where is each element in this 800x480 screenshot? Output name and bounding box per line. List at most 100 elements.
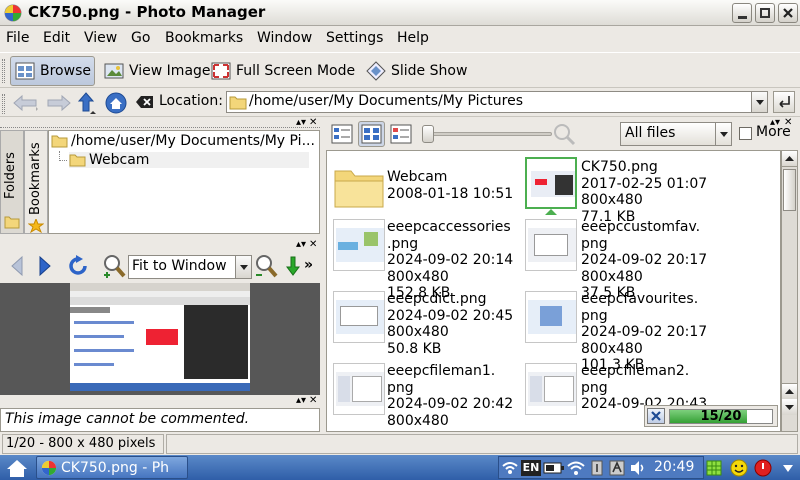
taskbar: CK750.png - Ph EN 20:49 <box>0 455 800 480</box>
item-name: eeepccustomfav. <box>581 219 701 235</box>
volume-icon[interactable] <box>629 460 647 476</box>
language-indicator[interactable]: EN <box>521 460 541 476</box>
panel-undock-button[interactable]: ▴▾ <box>296 240 306 250</box>
scroll-up-button[interactable] <box>782 151 797 167</box>
menu-bookmarks[interactable]: Bookmarks <box>165 30 243 46</box>
location-dropdown-button[interactable] <box>751 92 767 112</box>
item-dimensions: 800x480 <box>581 192 643 208</box>
panel-undock-button[interactable]: ▴▾ <box>296 396 306 406</box>
keyboard-layout-icon[interactable] <box>609 460 625 476</box>
thumbnail-size-slider[interactable] <box>422 132 552 136</box>
more-tools-icon[interactable]: » <box>304 257 313 273</box>
status-secondary <box>166 434 798 454</box>
go-button[interactable] <box>773 91 795 113</box>
home-button[interactable] <box>104 91 128 115</box>
location-input[interactable]: /home/user/My Documents/My Pictures <box>249 93 523 109</box>
browse-button[interactable]: Browse <box>10 56 95 86</box>
zoom-in-button[interactable] <box>102 253 126 279</box>
scroll-up-button-2[interactable] <box>782 383 797 399</box>
filter-dropdown-button[interactable] <box>715 123 731 145</box>
browse-icon <box>15 62 35 80</box>
view-image-button[interactable]: View Image <box>100 56 214 86</box>
toolbar-handle[interactable] <box>2 94 5 114</box>
start-button[interactable] <box>4 457 30 479</box>
menu-settings[interactable]: Settings <box>326 30 383 46</box>
image-preview[interactable] <box>0 283 320 395</box>
reload-button[interactable] <box>66 254 90 278</box>
menu-window[interactable]: Window <box>257 30 312 46</box>
menu-go[interactable]: Go <box>131 30 150 46</box>
tree-item-webcam[interactable]: Webcam <box>69 152 310 168</box>
clear-location-button[interactable] <box>135 94 155 110</box>
main-toolbar: Browse View Image Full Screen Mode Slide… <box>0 52 800 88</box>
up-button[interactable] <box>77 91 99 115</box>
slide-show-icon <box>366 61 386 81</box>
download-arrow-icon[interactable] <box>284 255 302 277</box>
scroll-thumb[interactable] <box>783 169 796 211</box>
cancel-progress-button[interactable] <box>647 408 665 424</box>
close-icon: ✕ <box>309 395 318 406</box>
menu-file[interactable]: File <box>6 30 29 46</box>
close-icon: ✕ <box>309 239 318 250</box>
grid-apps-icon[interactable] <box>706 460 722 476</box>
scroll-down-button[interactable] <box>782 399 797 415</box>
folder-tree[interactable]: /home/user/My Documents/My Pi... Webcam <box>48 130 320 234</box>
file-browser[interactable]: Webcam 2008-01-18 10:51 CK750.png 2017-0… <box>326 150 781 432</box>
zoom-out-button[interactable] <box>254 253 278 279</box>
tab-folders[interactable]: Folders <box>0 130 24 234</box>
comment-field[interactable]: This image cannot be commented. <box>0 408 320 432</box>
close-button[interactable] <box>778 3 798 23</box>
back-button[interactable] <box>12 93 40 113</box>
shutdown-icon[interactable] <box>754 459 772 477</box>
menu-bar: File Edit View Go Bookmarks Window Setti… <box>0 27 800 51</box>
file-list-scrollbar[interactable] <box>781 150 798 432</box>
wifi-icon[interactable] <box>567 460 585 476</box>
arrow-right-icon <box>47 94 71 112</box>
zoom-dropdown-button[interactable] <box>235 256 251 278</box>
forward-button[interactable] <box>44 93 72 113</box>
more-checkbox[interactable] <box>739 127 752 140</box>
slider-handle[interactable] <box>422 125 434 143</box>
smiley-icon[interactable] <box>730 459 748 477</box>
item-name-ext: png <box>387 379 414 396</box>
panel-close-button[interactable]: ✕ <box>309 396 317 406</box>
battery-icon[interactable] <box>543 461 565 475</box>
menu-edit[interactable]: Edit <box>43 30 70 46</box>
file-filter-select[interactable]: All files <box>620 122 732 146</box>
item-filesize: 50.8 KB <box>387 340 442 357</box>
view-list-button[interactable] <box>330 122 354 146</box>
menu-view[interactable]: View <box>84 30 117 46</box>
preview-screenshot <box>70 283 250 391</box>
view-details-button[interactable] <box>389 122 413 146</box>
zoom-select[interactable]: Fit to Window <box>128 255 252 279</box>
toolbar-handle[interactable] <box>2 59 5 83</box>
menu-help[interactable]: Help <box>397 30 429 46</box>
minimize-button[interactable] <box>732 3 752 23</box>
tree-item-root[interactable]: /home/user/My Documents/My Pi... <box>51 133 315 149</box>
taskbar-window-button[interactable]: CK750.png - Ph <box>36 456 188 479</box>
search-icon[interactable] <box>552 122 576 146</box>
full-screen-button[interactable]: Full Screen Mode <box>207 56 358 86</box>
tab-bookmarks[interactable]: Bookmarks <box>24 130 48 234</box>
slide-show-button[interactable]: Slide Show <box>362 56 470 86</box>
next-image-button[interactable] <box>36 254 54 278</box>
full-screen-label: Full Screen Mode <box>236 63 356 79</box>
item-name-ext: .png <box>387 235 419 252</box>
view-thumbnails-button[interactable] <box>358 121 385 147</box>
chevron-down-icon[interactable] <box>780 461 796 475</box>
title-bar[interactable]: CK750.png - Photo Manager <box>0 0 800 26</box>
previous-image-button[interactable] <box>8 254 26 278</box>
tree-branch-line <box>59 151 67 161</box>
folder-icon <box>334 170 384 208</box>
maximize-button[interactable] <box>755 3 775 23</box>
usb-drive-icon[interactable] <box>589 460 605 476</box>
arrow-up-icon <box>77 92 96 114</box>
location-combobox[interactable]: /home/user/My Documents/My Pictures <box>226 91 768 113</box>
home-icon <box>7 460 27 477</box>
panel-close-button[interactable]: ✕ <box>309 240 317 250</box>
clock[interactable]: 20:49 <box>654 459 694 475</box>
item-thumbnail <box>525 219 577 271</box>
chevron-up-icon <box>785 389 794 394</box>
network-icon[interactable] <box>501 460 519 476</box>
item-name-ext: png <box>581 235 608 252</box>
